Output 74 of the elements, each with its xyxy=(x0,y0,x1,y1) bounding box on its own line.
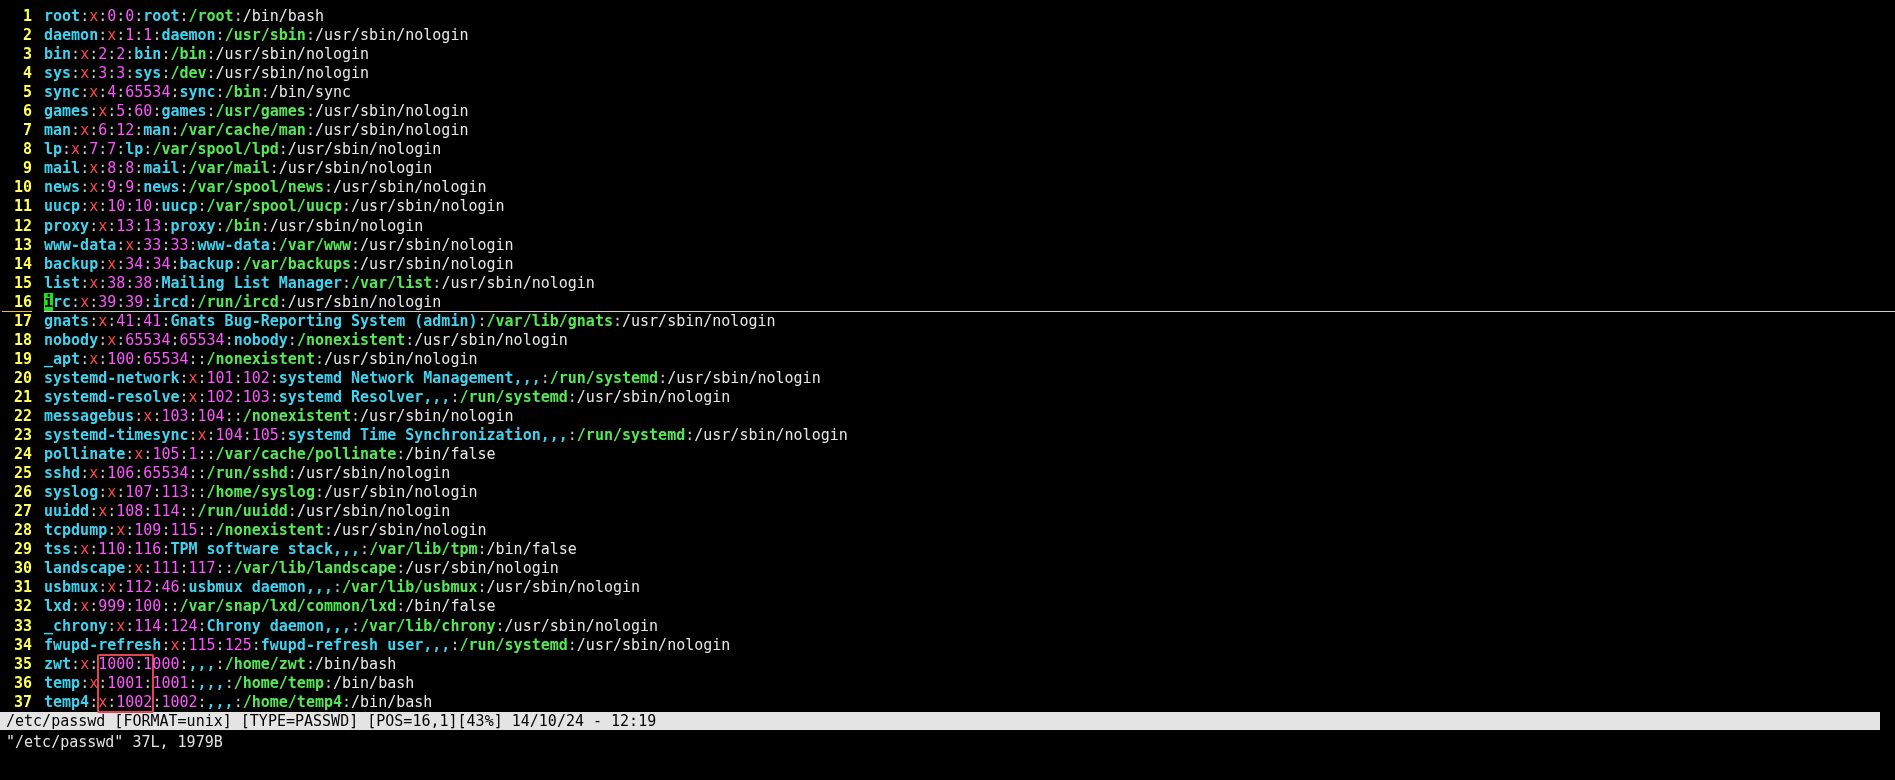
line-number: 15 xyxy=(12,273,32,293)
line-number: 25 xyxy=(12,464,32,484)
code-line: bin:x:2:2:bin:/bin:/usr/sbin/nologin xyxy=(44,45,371,65)
line-number: 11 xyxy=(12,197,32,217)
line-number: 7 xyxy=(21,121,32,141)
line-number: 10 xyxy=(12,178,32,198)
code-line: uuidd:x:108:114::/run/uuidd:/usr/sbin/nologin xyxy=(44,502,452,522)
line-number: 12 xyxy=(12,216,32,236)
code-line: systemd-timesync:x:104:105:systemd Time Synchronization,,,:/run/systemd:/usr/sbin/nologin xyxy=(44,426,849,446)
status-bar: /etc/passwd [FORMAT=unix] [TYPE=PASSWD] [POS=16,1][43%] 14/10/24 - 12:19 xyxy=(0,711,1880,730)
line-number: 34 xyxy=(12,635,32,655)
code-line: sync:x:4:65534:sync:/bin:/bin/sync xyxy=(44,83,353,103)
line-number: 5 xyxy=(21,83,32,103)
code-line: landscape:x:111:117::/var/lib/landscape:/usr/sbin/nologin xyxy=(44,559,560,579)
line-number: 19 xyxy=(12,349,32,369)
line-number: 37 xyxy=(12,692,32,712)
code-line: uucp:x:10:10:uucp:/var/spool/uucp:/usr/sbin/nologin xyxy=(44,197,506,217)
code-line: syslog:x:107:113::/home/syslog:/usr/sbin/nologin xyxy=(44,483,479,503)
code-line: messagebus:x:103:104::/nonexistent:/usr/sbin/nologin xyxy=(44,407,515,427)
line-number: 1 xyxy=(21,7,32,27)
line-number: 29 xyxy=(12,540,32,560)
line-number: 22 xyxy=(12,407,32,427)
code-line: systemd-network:x:101:102:systemd Network Management,,,:/run/systemd:/usr/sbin/nologin xyxy=(44,368,822,388)
code-line: systemd-resolve:x:102:103:systemd Resolver,,,:/run/systemd:/usr/sbin/nologin xyxy=(44,387,732,407)
line-number: 20 xyxy=(12,368,32,388)
code-line: man:x:6:12:man:/var/cache/man:/usr/sbin/nologin xyxy=(44,121,470,141)
line-number: 35 xyxy=(12,654,32,674)
code-line: usbmux:x:112:46:usbmux daemon,,,:/var/lib/usbmux:/usr/sbin/nologin xyxy=(44,578,642,598)
code-line: irc:x:39:39:ircd:/run/ircd:/usr/sbin/nologin xyxy=(44,292,1895,312)
line-number: 26 xyxy=(12,483,32,503)
line-number: 36 xyxy=(12,673,32,693)
line-number: 9 xyxy=(21,159,32,179)
line-number: 8 xyxy=(21,140,32,160)
line-number: 31 xyxy=(12,578,32,598)
code-line: nobody:x:65534:65534:nobody:/nonexistent:/usr/sbin/nologin xyxy=(44,330,569,350)
code-line: mail:x:8:8:mail:/var/mail:/usr/sbin/nologin xyxy=(44,159,434,179)
code-line: sys:x:3:3:sys:/dev:/usr/sbin/nologin xyxy=(44,64,371,84)
code-line: tss:x:110:116:TPM software stack,,,:/var/lib/tpm:/bin/false xyxy=(44,540,578,560)
line-number: 18 xyxy=(12,330,32,350)
message-line: "/etc/passwd" 37L, 1979B xyxy=(5,732,224,751)
line-number: 28 xyxy=(12,521,32,541)
line-number: 13 xyxy=(12,235,32,255)
code-line: daemon:x:1:1:daemon:/usr/sbin:/usr/sbin/nologin xyxy=(44,26,470,46)
line-number: 4 xyxy=(21,64,32,84)
line-number: 23 xyxy=(12,426,32,446)
line-number: 17 xyxy=(12,311,32,331)
code-line: tcpdump:x:109:115::/nonexistent:/usr/sbin/nologin xyxy=(44,521,488,541)
line-number: 30 xyxy=(12,559,32,579)
code-line: news:x:9:9:news:/var/spool/news:/usr/sbin/nologin xyxy=(44,178,488,198)
code-line: _apt:x:100:65534::/nonexistent:/usr/sbin/nologin xyxy=(44,349,479,369)
code-line: sshd:x:106:65534::/run/sshd:/usr/sbin/nologin xyxy=(44,464,452,484)
code-line: lp:x:7:7:lp:/var/spool/lpd:/usr/sbin/nologin xyxy=(44,140,443,160)
line-number: 2 xyxy=(21,26,32,46)
code-line: games:x:5:60:games:/usr/games:/usr/sbin/nologin xyxy=(44,102,470,122)
code-line: temp4:x:1002:1002:,,,:/home/temp4:/bin/bash xyxy=(44,692,434,712)
line-number: 33 xyxy=(12,616,32,636)
code-line: proxy:x:13:13:proxy:/bin:/usr/sbin/nologin xyxy=(44,216,425,236)
code-line: _chrony:x:114:124:Chrony daemon,,,:/var/lib/chrony:/usr/sbin/nologin xyxy=(44,616,660,636)
code-line: lxd:x:999:100::/var/snap/lxd/common/lxd:/bin/false xyxy=(44,597,497,617)
code-line: pollinate:x:105:1::/var/cache/pollinate:/bin/false xyxy=(44,445,497,465)
code-line: backup:x:34:34:backup:/var/backups:/usr/sbin/nologin xyxy=(44,254,515,274)
code-line: root:x:0:0:root:/root:/bin/bash xyxy=(44,7,325,27)
line-number: 32 xyxy=(12,597,32,617)
code-line: list:x:38:38:Mailing List Manager:/var/list:/usr/sbin/nologin xyxy=(44,273,596,293)
line-number: 3 xyxy=(21,45,32,65)
line-number: 14 xyxy=(12,254,32,274)
line-number: 24 xyxy=(12,445,32,465)
code-line: gnats:x:41:41:Gnats Bug-Reporting System (admin):/var/lib/gnats:/usr/sbin/nologin xyxy=(44,311,777,331)
line-number: 6 xyxy=(21,102,32,122)
line-number: 16 xyxy=(2,292,32,312)
code-line: www-data:x:33:33:www-data:/var/www:/usr/sbin/nologin xyxy=(44,235,515,255)
code-line: fwupd-refresh:x:115:125:fwupd-refresh user,,,:/run/systemd:/usr/sbin/nologin xyxy=(44,635,732,655)
line-number: 27 xyxy=(12,502,32,522)
line-number: 21 xyxy=(12,387,32,407)
